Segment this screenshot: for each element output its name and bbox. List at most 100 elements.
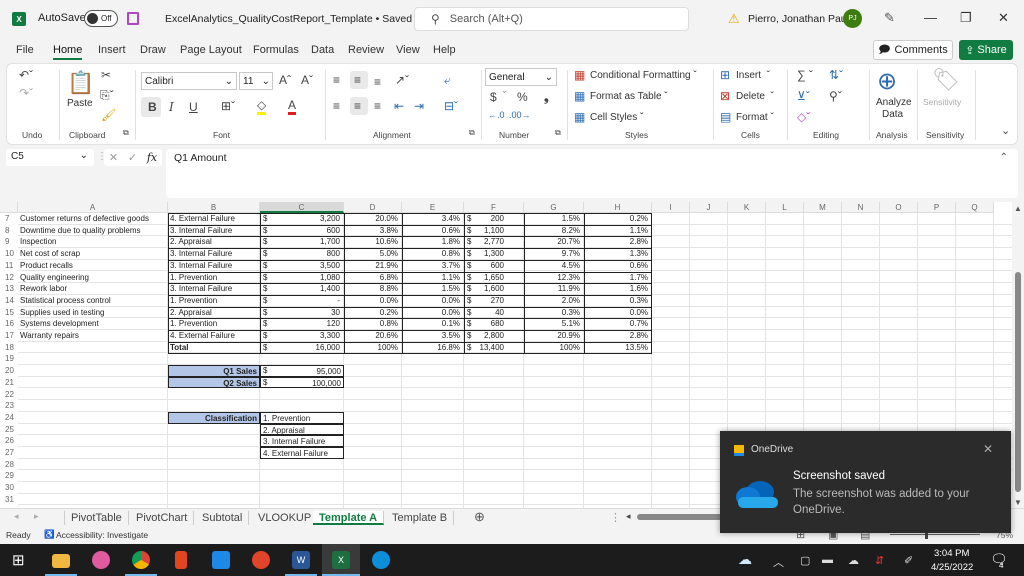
insert-cells-button[interactable]: Insert ˇ <box>736 70 770 81</box>
q2-percent-of-sales[interactable]: 0.7% <box>584 318 650 330</box>
italic-button[interactable]: I <box>169 100 174 114</box>
show-hidden-icons[interactable]: ︿ <box>773 554 784 570</box>
paste-button[interactable]: Paste <box>67 98 93 109</box>
next-sheet-icon[interactable]: ▸ <box>34 511 39 522</box>
name-box[interactable]: C5 ⌄ <box>6 149 94 166</box>
column-header-m[interactable]: M <box>804 202 842 213</box>
onedrive-notification[interactable]: OneDrive ✕ Screenshot saved The screensh… <box>720 431 1011 533</box>
row-header[interactable]: 21 <box>0 377 18 389</box>
font-name-select[interactable]: Calibri ⌄ <box>141 72 237 90</box>
q1-percent-of-total[interactable]: 10.6% <box>344 236 400 248</box>
merge-center-icon[interactable]: ⊟ˇ <box>444 99 458 113</box>
accessibility-status[interactable]: Accessibility: Investigate <box>56 530 148 540</box>
cut-icon[interactable]: ✂ <box>101 68 111 82</box>
q2-percent-of-total[interactable]: 8.2% <box>524 225 582 237</box>
tab-help[interactable]: Help <box>433 44 456 56</box>
scroll-down-icon[interactable]: ▼ <box>1014 498 1022 507</box>
sheet-tab-vlookup[interactable]: VLOOKUP <box>252 511 319 525</box>
q1-percent-of-sales[interactable]: 1.5% <box>402 283 462 295</box>
onedrive-tray-icon[interactable]: ☁ <box>738 551 752 568</box>
q1-percent-of-sales[interactable]: 0.1% <box>402 318 462 330</box>
q2-amount[interactable]: 1,100 <box>464 225 506 237</box>
q2-percent-of-sales[interactable]: 1.7% <box>584 272 650 284</box>
cost-item[interactable]: Inspection <box>20 236 168 248</box>
cost-item[interactable]: Rework labor <box>20 283 168 295</box>
sheet-tab-pivotchart[interactable]: PivotChart <box>130 511 195 525</box>
column-header-p[interactable]: P <box>918 202 956 213</box>
dialog-launcher-icon[interactable]: ⧉ <box>555 128 561 138</box>
column-header-n[interactable]: N <box>842 202 880 213</box>
analyze-data-button-line2[interactable]: Data <box>882 109 903 120</box>
decrease-indent-icon[interactable]: ⇤ <box>394 99 404 113</box>
row-header[interactable]: 23 <box>0 400 18 412</box>
sheet-tab-pivottable[interactable]: PivotTable <box>64 511 129 525</box>
q2-percent-of-sales[interactable]: 0.6% <box>584 260 650 272</box>
horizontal-scrollbar-thumb[interactable] <box>637 514 727 520</box>
paste-icon[interactable]: 📋 <box>67 70 94 96</box>
column-header-h[interactable]: H <box>584 202 652 213</box>
classification-cell[interactable]: 1. Prevention <box>170 272 260 284</box>
mail-icon[interactable] <box>212 551 230 569</box>
q2-percent-of-sales[interactable]: 1.6% <box>584 283 650 295</box>
q1-amount[interactable]: 120 <box>260 318 342 330</box>
q2-amount[interactable]: 680 <box>464 318 506 330</box>
redo-icon[interactable]: ↷ˇ <box>19 86 33 100</box>
decrease-decimal-icon[interactable]: .00→ <box>509 110 531 120</box>
fill-icon[interactable]: ⊻ˇ <box>797 89 810 103</box>
row-header[interactable]: 30 <box>0 482 18 494</box>
network-icon[interactable]: ▬ <box>822 554 833 566</box>
column-header-j[interactable]: J <box>690 202 728 213</box>
cost-item[interactable]: Customer returns of defective goods <box>20 213 168 225</box>
q1-percent-of-total[interactable]: 6.8% <box>344 272 400 284</box>
q2-percent-of-sales[interactable]: 0.3% <box>584 295 650 307</box>
file-title[interactable]: ExcelAnalytics_QualityCostReport_Templat… <box>165 13 420 25</box>
q2-percent-of-sales[interactable]: 1.3% <box>584 248 650 260</box>
select-all-corner[interactable] <box>0 202 18 213</box>
q2-amount[interactable]: 600 <box>464 260 506 272</box>
column-header-c[interactable]: C <box>260 202 344 213</box>
edge-icon[interactable] <box>372 551 390 569</box>
row-header[interactable]: 28 <box>0 459 18 471</box>
minimize-icon[interactable]: — <box>924 10 937 25</box>
classification-cell[interactable]: Total <box>170 342 260 354</box>
app-icon[interactable] <box>252 551 270 569</box>
row-header[interactable]: 20 <box>0 365 18 377</box>
conditional-formatting-button[interactable]: Conditional Formatting ˇ <box>590 70 697 81</box>
q2-percent-of-total[interactable]: 11.9% <box>524 283 582 295</box>
classification-option[interactable]: 4. External Failure <box>260 447 344 459</box>
cancel-icon[interactable]: ✕ <box>109 151 118 164</box>
tab-file[interactable]: File <box>16 44 34 56</box>
borders-icon[interactable]: ⊞ˇ <box>221 99 235 113</box>
scroll-left-icon[interactable]: ◂ <box>626 511 631 522</box>
row-header[interactable]: 19 <box>0 353 18 365</box>
q2-amount[interactable]: 270 <box>464 295 506 307</box>
row-header[interactable]: 27 <box>0 447 18 459</box>
close-icon[interactable]: ✕ <box>998 10 1009 26</box>
undo-icon[interactable]: ↶ˇ <box>19 68 33 82</box>
cost-item[interactable]: Statistical process control <box>20 295 168 307</box>
q1-amount[interactable]: 3,300 <box>260 330 342 342</box>
cost-item[interactable] <box>20 342 168 354</box>
tab-data[interactable]: Data <box>311 44 334 56</box>
clear-icon[interactable]: ◇ˇ <box>797 110 810 124</box>
prev-sheet-icon[interactable]: ◂ <box>14 511 19 522</box>
classification-cell[interactable]: 2. Appraisal <box>170 307 260 319</box>
q1-amount[interactable]: 16,000 <box>260 342 342 354</box>
q2-amount[interactable]: 200 <box>464 213 506 225</box>
q2-percent-of-sales[interactable]: 2.8% <box>584 330 650 342</box>
sheet-tab-subtotal[interactable]: Subtotal <box>196 511 250 525</box>
fill-color-icon[interactable]: ◇ <box>257 98 267 115</box>
row-header[interactable]: 26 <box>0 435 18 447</box>
q2-percent-of-total[interactable]: 1.5% <box>524 213 582 225</box>
cost-item[interactable]: Net cost of scrap <box>20 248 168 260</box>
q2-percent-of-total[interactable]: 9.7% <box>524 248 582 260</box>
row-header[interactable]: 11 <box>0 260 18 272</box>
delete-cells-button[interactable]: Delete ˇ <box>736 91 774 102</box>
excel-icon[interactable]: X <box>332 551 350 569</box>
cost-item[interactable]: Supplies used in testing <box>20 307 168 319</box>
save-icon[interactable] <box>127 12 139 25</box>
chevron-up-icon[interactable]: ⌃ <box>1000 152 1008 163</box>
q1-amount[interactable]: 30 <box>260 307 342 319</box>
q2-percent-of-sales[interactable]: 13.5% <box>584 342 650 354</box>
comments-button[interactable]: 🗩 Comments <box>873 40 953 60</box>
